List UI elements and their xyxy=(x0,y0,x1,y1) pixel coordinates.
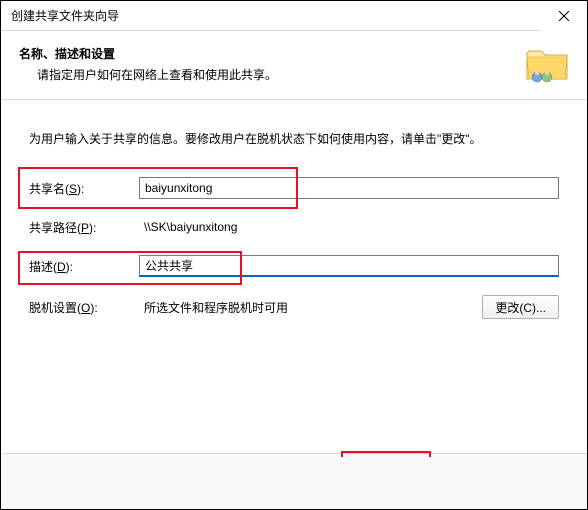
wizard-header: 名称、描述和设置 请指定用户如何在网络上查看和使用此共享。 xyxy=(1,31,587,100)
label-share-name: 共享名(S): xyxy=(29,180,139,197)
shared-folder-icon xyxy=(525,43,569,85)
row-offline: 脱机设置(O): 所选文件和程序脱机时可用 更改(C)... xyxy=(29,295,559,319)
wizard-footer xyxy=(1,453,587,509)
row-description: 描述(D): xyxy=(29,255,559,277)
row-share-path: 共享路径(P): \\SK\baiyunxitong xyxy=(29,217,559,237)
header-title: 名称、描述和设置 xyxy=(19,45,277,62)
label-description: 描述(D): xyxy=(29,258,139,275)
close-icon xyxy=(559,11,569,21)
label-offline: 脱机设置(O): xyxy=(29,299,139,316)
description-input[interactable] xyxy=(139,255,559,277)
titlebar: 创建共享文件夹向导 xyxy=(1,1,587,31)
intro-text: 为用户输入关于共享的信息。要修改用户在脱机状态下如何使用内容，请单击"更改"。 xyxy=(29,130,559,147)
label-share-path: 共享路径(P): xyxy=(29,219,139,236)
change-button[interactable]: 更改(C)... xyxy=(482,295,559,319)
close-button[interactable] xyxy=(541,1,587,31)
row-share-name: 共享名(S): xyxy=(29,177,559,199)
share-name-input[interactable] xyxy=(139,177,559,199)
offline-value: 所选文件和程序脱机时可用 xyxy=(139,296,474,319)
content-area: 为用户输入关于共享的信息。要修改用户在脱机状态下如何使用内容，请单击"更改"。 … xyxy=(1,100,587,347)
window-title: 创建共享文件夹向导 xyxy=(11,7,119,24)
header-subtitle: 请指定用户如何在网络上查看和使用此共享。 xyxy=(19,66,277,83)
header-text: 名称、描述和设置 请指定用户如何在网络上查看和使用此共享。 xyxy=(19,43,277,85)
share-path-value: \\SK\baiyunxitong xyxy=(139,217,237,237)
wizard-window: 创建共享文件夹向导 名称、描述和设置 请指定用户如何在网络上查看和使用此共享。 … xyxy=(0,0,588,510)
